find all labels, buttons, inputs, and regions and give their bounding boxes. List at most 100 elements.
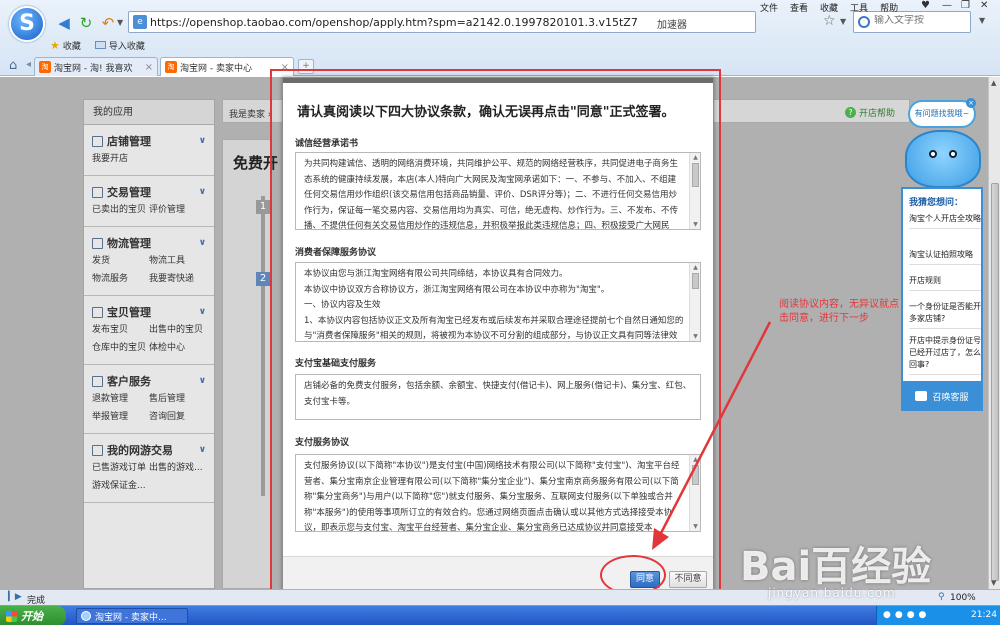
scroll-down-icon[interactable]: ▼	[690, 333, 700, 340]
scroll-thumb[interactable]	[991, 183, 999, 581]
scroll-down-icon[interactable]: ▼	[690, 221, 700, 228]
agreement-textbox-consumer-protection[interactable]: 本协议由您与浙江淘宝网络有限公司共同缔结，本协议具有合同效力。 本协议中协议双方…	[295, 262, 701, 342]
zoom-level[interactable]: 100%	[950, 593, 976, 603]
scroll-thumb[interactable]	[692, 465, 699, 485]
scroll-thumb[interactable]	[692, 163, 699, 187]
close-icon[interactable]: ×	[145, 62, 153, 73]
close-icon[interactable]: ×	[966, 98, 976, 108]
mascot-elephant-icon[interactable]	[905, 130, 981, 188]
sidebar-link[interactable]: 出售的游戏...	[149, 459, 206, 477]
tab-taobao-home[interactable]: 淘 淘宝网 - 淘! 我喜欢 ×	[34, 57, 158, 76]
chevron-down-icon[interactable]: ∨	[199, 238, 206, 248]
import-favorites-button[interactable]: 导入收藏	[94, 38, 145, 52]
close-icon[interactable]: ✕	[980, 0, 988, 11]
open-shop-help-link[interactable]: ? 开店帮助	[844, 106, 895, 119]
scroll-up-icon[interactable]: ▲	[690, 154, 700, 161]
scroll-up-icon[interactable]: ▲	[690, 456, 700, 463]
mascot-eye	[949, 150, 957, 158]
chevron-down-icon[interactable]: ▼	[979, 16, 985, 25]
taskbar-window-button[interactable]: 淘宝网 - 卖家中...	[76, 608, 188, 624]
back-arrow-icon[interactable]: ◀	[55, 14, 73, 32]
refresh-icon[interactable]: ↻	[77, 14, 95, 32]
scroll-up-icon[interactable]: ▲	[690, 264, 700, 271]
sidebar-link[interactable]: 售后管理	[149, 390, 206, 408]
sidebar-group-header[interactable]: 我的网游交易 ∨	[92, 441, 206, 459]
minimize-icon[interactable]: —	[942, 0, 952, 11]
sidebar-link[interactable]: 体检中心	[149, 339, 206, 357]
zoom-icon[interactable]: ⚲	[938, 592, 945, 602]
menu-tools[interactable]: 工具	[850, 1, 868, 14]
breadcrumb[interactable]: 我是卖家 ›	[229, 107, 271, 120]
address-url[interactable]: https://openshop.taobao.com/openshop/app…	[150, 16, 638, 29]
helper-link[interactable]: 一个身份证是否能开多家店铺?	[909, 301, 981, 329]
scrollbar[interactable]: ▲ ▼	[689, 263, 700, 341]
new-tab-button[interactable]: +	[298, 59, 314, 74]
helper-link[interactable]: 淘宝认证拍照攻略	[909, 249, 981, 265]
chevron-down-icon[interactable]: ▼	[117, 18, 123, 27]
sidebar-group-header[interactable]: 宝贝管理 ∨	[92, 303, 206, 321]
sidebar-link[interactable]: 游戏保证金...	[92, 477, 149, 495]
page-scrollbar[interactable]: ▲ ▼	[988, 77, 1000, 589]
chevron-down-icon[interactable]: ∨	[199, 136, 206, 146]
sidebar-link[interactable]: 退款管理	[92, 390, 149, 408]
helper-link[interactable]: 开店中提示身份证号已经开过店了，怎么回事?	[909, 335, 981, 375]
chevron-down-icon[interactable]: ∨	[199, 445, 206, 455]
sidebar-group-header[interactable]: 物流管理 ∨	[92, 234, 206, 252]
favorites-button[interactable]: ★ 收藏	[50, 38, 81, 52]
sidebar-link[interactable]: 我要开店	[92, 150, 149, 168]
scroll-up-icon[interactable]: ▲	[991, 79, 996, 87]
menu-help[interactable]: 帮助	[880, 1, 898, 14]
sidebar-toggle-icon[interactable]: ▎▶	[8, 592, 22, 602]
browser-logo[interactable]: S	[9, 6, 45, 42]
scrollbar[interactable]: ▲ ▼	[689, 455, 700, 531]
skin-icon[interactable]: ♥	[921, 0, 930, 11]
bookmark-star-icon[interactable]: ☆	[823, 13, 836, 29]
sidebar-link[interactable]: 物流服务	[92, 270, 149, 288]
disagree-button[interactable]: 不同意	[669, 571, 707, 588]
service-icon	[92, 375, 103, 387]
accelerator-label[interactable]: 加速器	[657, 16, 687, 31]
chevron-down-icon[interactable]: ▼	[840, 17, 846, 26]
scrollbar[interactable]: ▲ ▼	[689, 153, 700, 229]
agreement-textbox-payment-service[interactable]: 支付服务协议(以下简称"本协议")是支付宝(中国)网络技术有限公司(以下简称"支…	[295, 454, 701, 532]
sidebar-group-header[interactable]: 店铺管理 ∨	[92, 132, 206, 150]
sidebar-link[interactable]: 物流工具	[149, 252, 206, 270]
call-service-button[interactable]: 召唤客服	[903, 381, 981, 411]
sidebar-link[interactable]: 已售游戏订单	[92, 459, 149, 477]
sidebar-link[interactable]: 已卖出的宝贝	[92, 201, 149, 219]
chevron-down-icon[interactable]: ∨	[199, 307, 206, 317]
agreement-textbox-alipay-basic[interactable]: 店铺必备的免费支付服务，包括余额、余额宝、快捷支付(借记卡)、网上服务(借记卡)…	[295, 374, 701, 420]
sidebar-link[interactable]: 出售中的宝贝	[149, 321, 206, 339]
tab-seller-center[interactable]: 淘 淘宝网 - 卖家中心 ×	[160, 57, 294, 76]
agreement-textbox-integrity[interactable]: 为共同构建诚信、透明的网络消费环境，共同维护公平、规范的网络经营秩序，共同促进电…	[295, 152, 701, 230]
sidebar-link[interactable]: 发布宝贝	[92, 321, 149, 339]
chevron-down-icon[interactable]: ∨	[199, 376, 206, 386]
sidebar-link[interactable]: 评价管理	[149, 201, 206, 219]
undo-icon[interactable]: ↶	[99, 14, 117, 32]
sidebar-group-header[interactable]: 客户服务 ∨	[92, 372, 206, 390]
search-input[interactable]	[874, 15, 968, 26]
menu-favorites[interactable]: 收藏	[820, 1, 838, 14]
scroll-down-icon[interactable]: ▼	[690, 523, 700, 530]
sidebar-link[interactable]: 举报管理	[92, 408, 149, 426]
scroll-down-icon[interactable]: ▼	[991, 579, 996, 587]
menu-file[interactable]: 文件	[760, 1, 778, 14]
home-icon[interactable]: ⌂	[9, 58, 17, 73]
scroll-thumb[interactable]	[692, 273, 699, 289]
tray-icons[interactable]: ●●●●	[883, 610, 930, 620]
agree-button[interactable]: 同意	[630, 571, 660, 588]
search-box[interactable]	[853, 11, 971, 33]
restore-icon[interactable]: ❐	[961, 0, 970, 11]
helper-link[interactable]: 淘宝个人开店全攻略	[909, 213, 981, 229]
close-icon[interactable]: ×	[281, 62, 289, 73]
sidebar-link[interactable]: 发货	[92, 252, 149, 270]
chevron-down-icon[interactable]: ∨	[199, 187, 206, 197]
menu-view[interactable]: 查看	[790, 1, 808, 14]
helper-link[interactable]: 开店规则	[909, 275, 981, 291]
sidebar-link[interactable]: 我要寄快递	[149, 270, 206, 288]
sidebar-link[interactable]: 仓库中的宝贝	[92, 339, 149, 357]
start-button[interactable]: 开始	[0, 606, 66, 625]
sidebar-link[interactable]: 咨询回复	[149, 408, 206, 426]
tab-scroll-left-icon[interactable]: ◂	[26, 59, 31, 70]
sidebar-group-header[interactable]: 交易管理 ∨	[92, 183, 206, 201]
